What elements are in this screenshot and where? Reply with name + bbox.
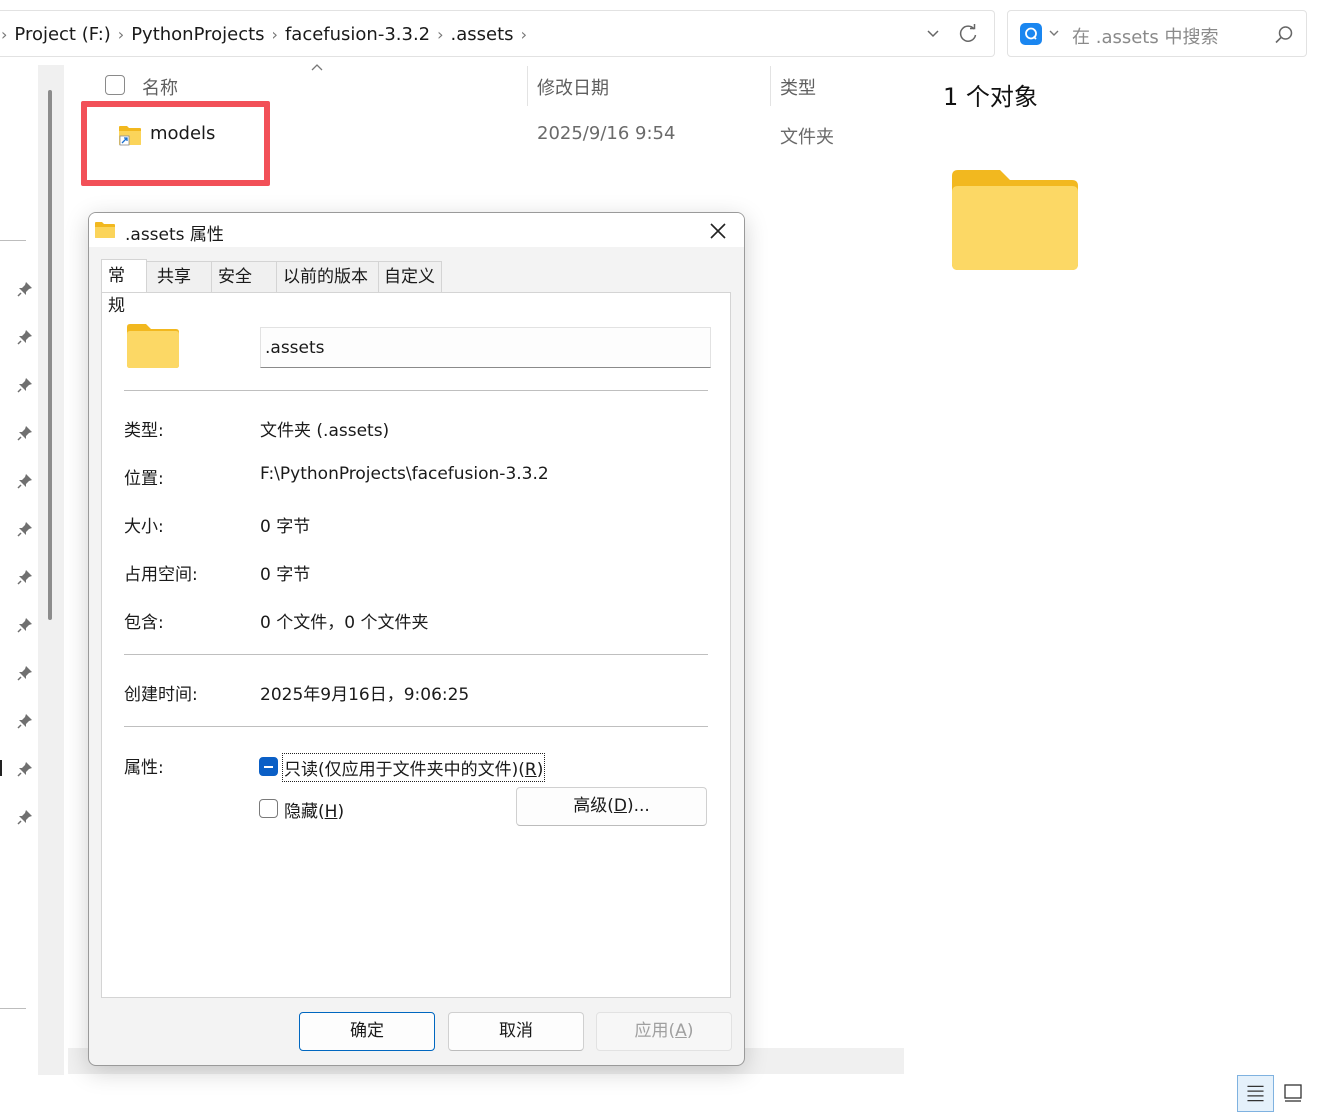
readonly-label[interactable]: 只读(仅应用于文件夹中的文件)(R) [281,753,546,782]
dialog-tabs: 常规 共享 安全 以前的版本 自定义 [101,259,442,316]
hidden-label-close: ) [337,802,345,822]
hidden-checkbox[interactable] [259,799,278,818]
pin-icon[interactable] [16,760,34,778]
location-label: 位置: [124,469,164,489]
breadcrumb-drive[interactable]: Project (F:) [10,24,114,45]
readonly-label-text: 只读(仅应用于文件夹中的文件)( [284,760,525,780]
divider [124,726,708,727]
breadcrumb-separator[interactable]: › [518,25,530,44]
advanced-accesskey: D [613,796,627,816]
search-icon[interactable] [1273,24,1295,46]
apply-label-text: 应用( [634,1021,676,1041]
properties-dialog: .assets 属性 常规 共享 安全 以前的版本 自定义 类型: 文件夹 (.… [88,212,745,1066]
pin-icon[interactable] [16,424,34,442]
size-label: 大小: [124,517,164,537]
column-divider[interactable] [527,66,528,106]
advanced-button[interactable]: 高级(D)... [516,787,707,826]
column-header-name[interactable]: 名称 [142,74,178,100]
disk-size-value: 0 字节 [260,565,311,585]
pin-icon[interactable] [16,520,34,538]
contains-value: 0 个文件，0 个文件夹 [260,613,429,633]
apply-accesskey: A [675,1021,687,1041]
column-header-type[interactable]: 类型 [780,74,816,100]
pin-icon[interactable] [16,664,34,682]
large-icons-view-icon[interactable] [1283,1083,1303,1103]
search-input[interactable]: 在 .assets 中搜索 [1072,23,1218,49]
size-value: 0 字节 [260,517,311,537]
details-view-button[interactable] [1237,1075,1274,1112]
breadcrumb-assets[interactable]: .assets [447,24,518,45]
pin-icon[interactable] [16,712,34,730]
nav-divider [0,1008,26,1009]
close-icon[interactable] [705,218,731,244]
folder-icon [127,324,179,368]
file-type: 文件夹 [780,127,834,148]
breadcrumb-leading-separator: › [1,24,8,44]
dialog-title: .assets 属性 [125,225,224,245]
hidden-label[interactable]: 隐藏(H) [284,797,344,822]
refresh-icon[interactable] [957,23,979,45]
dialog-title-bar[interactable]: .assets 属性 [89,213,744,247]
search-box[interactable]: 在 .assets 中搜索 [1007,10,1307,57]
pin-icon[interactable] [16,280,34,298]
contains-label: 包含: [124,613,164,633]
nav-scrollbar-thumb[interactable] [48,90,52,620]
folder-name-input[interactable] [260,327,711,368]
readonly-accesskey: R [524,760,537,780]
chevron-down-icon[interactable] [1048,27,1060,39]
tab-customize[interactable]: 自定义 [378,261,442,292]
breadcrumb: › Project (F:) › PythonProjects › facefu… [0,11,530,57]
breadcrumb-facefusion[interactable]: facefusion-3.3.2 [281,24,434,45]
created-value: 2025年9月16日，9:06:25 [260,685,470,705]
pin-icon[interactable] [16,472,34,490]
highlight-annotation [81,101,270,186]
type-value: 文件夹 (.assets) [260,421,390,441]
column-header-date[interactable]: 修改日期 [537,74,609,100]
apply-label-close: ) [686,1021,694,1041]
folder-icon [95,222,115,238]
search-provider-icon[interactable] [1020,23,1042,45]
pin-icon[interactable] [16,808,34,826]
advanced-label-text: 高级( [573,796,614,816]
breadcrumb-pythonprojects[interactable]: PythonProjects [127,24,268,45]
details-view-icon [1247,1085,1264,1102]
sort-ascending-icon [311,64,323,71]
hidden-accesskey: H [324,802,338,822]
nav-divider [0,240,26,241]
readonly-checkbox[interactable] [259,757,278,776]
tab-general[interactable]: 常规 [101,259,147,316]
address-bar[interactable]: › Project (F:) › PythonProjects › facefu… [0,10,995,57]
tab-previous-versions[interactable]: 以前的版本 [276,261,379,292]
apply-button[interactable]: 应用(A) [596,1012,732,1051]
file-modified-date: 2025/9/16 9:54 [537,123,676,144]
type-label: 类型: [124,421,164,441]
location-value: F:\PythonProjects\facefusion-3.3.2 [260,464,549,484]
column-divider[interactable] [770,66,771,106]
cancel-button[interactable]: 取消 [448,1012,584,1051]
breadcrumb-separator[interactable]: › [269,25,281,44]
readonly-label-close: ) [536,760,544,780]
divider [124,654,708,655]
breadcrumb-separator[interactable]: › [115,25,127,44]
pin-icon[interactable] [16,328,34,346]
tab-sharing[interactable]: 共享 [146,261,212,292]
preview-item-count: 1 个对象 [943,83,1038,111]
pin-icon[interactable] [16,376,34,394]
hidden-label-text: 隐藏( [284,802,325,822]
pin-icon[interactable] [16,568,34,586]
pin-icon[interactable] [16,616,34,634]
chevron-down-icon[interactable] [923,23,943,43]
created-label: 创建时间: [124,685,198,705]
folder-preview-icon [952,170,1078,270]
advanced-label-close: )... [626,796,650,816]
select-all-checkbox[interactable] [105,75,125,95]
tab-security[interactable]: 安全 [211,261,277,292]
breadcrumb-separator[interactable]: › [434,25,446,44]
nav-selection-indicator [0,760,2,776]
disk-size-label: 占用空间: [124,565,198,585]
general-tab-panel: 类型: 文件夹 (.assets) 位置: F:\PythonProjects\… [101,292,731,998]
attributes-label: 属性: [124,758,164,778]
divider [124,390,708,391]
ok-button[interactable]: 确定 [299,1012,435,1051]
